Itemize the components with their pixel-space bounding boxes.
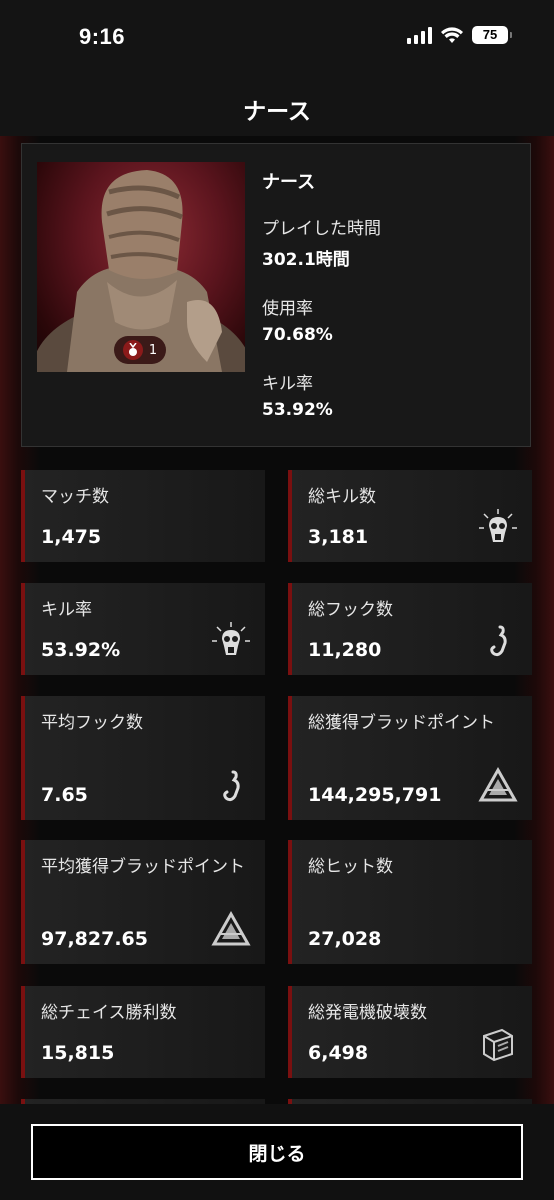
character-summary: 1 ナース プレイした時間 302.1時間 使用率 70.68% キル率 53.… bbox=[21, 143, 531, 447]
stat-card-value: 27,028 bbox=[308, 928, 382, 950]
stat-card-value: 3,181 bbox=[308, 526, 369, 548]
hook-icon bbox=[490, 625, 507, 657]
stat-card-label: マッチ数 bbox=[41, 487, 109, 507]
stats-scroll-area[interactable]: 1 ナース プレイした時間 302.1時間 使用率 70.68% キル率 53.… bbox=[0, 136, 554, 1104]
stat-card-label: 総ヒット数 bbox=[308, 857, 393, 877]
signal-icon bbox=[407, 26, 432, 44]
usage-rate-label: 使用率 bbox=[262, 299, 313, 319]
stat-card-matches: マッチ数 1,475 bbox=[21, 470, 265, 562]
kill-rate-value: 53.92% bbox=[262, 400, 333, 420]
close-button[interactable]: 閉じる bbox=[31, 1124, 523, 1180]
stat-card-total-hooks: 総フック数 11,280 bbox=[288, 583, 532, 675]
generator-icon bbox=[483, 1028, 513, 1062]
stat-card-total-kills: 総キル数 3,181 bbox=[288, 470, 532, 562]
kill-rate-label: キル率 bbox=[262, 374, 313, 394]
character-portrait: 1 bbox=[37, 162, 245, 372]
stat-card-value: 53.92% bbox=[41, 639, 121, 661]
stat-card-avg-hooks: 平均フック数 7.65 bbox=[21, 696, 265, 820]
stat-card-value: 6,498 bbox=[308, 1042, 369, 1064]
stat-card-value: 97,827.65 bbox=[41, 928, 148, 950]
stat-card-value: 1,475 bbox=[41, 526, 102, 548]
bloodpoints-icon bbox=[478, 766, 518, 802]
skull-icon bbox=[212, 622, 250, 655]
prestige-badge: 1 bbox=[114, 336, 166, 364]
hook-icon bbox=[223, 770, 240, 802]
wifi-icon bbox=[441, 27, 463, 43]
stat-card-value: 15,815 bbox=[41, 1042, 115, 1064]
playtime-value: 302.1時間 bbox=[262, 250, 350, 270]
stat-card-label: 平均フック数 bbox=[41, 713, 143, 733]
stat-card-value: 144,295,791 bbox=[308, 784, 442, 806]
stat-card-label: 総チェイス勝利数 bbox=[41, 1003, 177, 1023]
stat-card-kill-rate: キル率 53.92% bbox=[21, 583, 265, 675]
battery-icon: 75 bbox=[472, 26, 512, 44]
stat-card-chase-wins: 総チェイス勝利数 15,815 bbox=[21, 986, 265, 1078]
character-info: ナース プレイした時間 302.1時間 使用率 70.68% キル率 53.92… bbox=[262, 168, 381, 444]
skull-icon bbox=[479, 509, 517, 542]
character-name: ナース bbox=[262, 172, 316, 193]
stat-card-value: 7.65 bbox=[41, 784, 88, 806]
header: ナース bbox=[0, 80, 554, 136]
bloodpoints-icon bbox=[211, 910, 251, 946]
status-bar: 9:16 75 bbox=[0, 0, 554, 80]
prestige-count: 1 bbox=[148, 342, 158, 358]
status-icons: 75 bbox=[407, 26, 512, 44]
stat-card-total-hits: 総ヒット数 27,028 bbox=[288, 840, 532, 964]
stat-card-label: 総獲得ブラッドポイント bbox=[308, 713, 495, 733]
stat-card-total-bloodpoints: 総獲得ブラッドポイント 144,295,791 bbox=[288, 696, 532, 820]
stat-card-avg-bloodpoints: 平均獲得ブラッドポイント 97,827.65 bbox=[21, 840, 265, 964]
stat-card-generators-damaged: 総発電機破壊数 6,498 bbox=[288, 986, 532, 1078]
stat-card-label: 平均獲得ブラッドポイント bbox=[41, 857, 245, 877]
playtime-label: プレイした時間 bbox=[262, 219, 381, 239]
stat-card-value: 11,280 bbox=[308, 639, 382, 661]
bottom-bar: 閉じる bbox=[0, 1104, 554, 1200]
status-time: 9:16 bbox=[79, 24, 126, 49]
usage-rate-value: 70.68% bbox=[262, 325, 333, 345]
medal-icon bbox=[122, 340, 143, 360]
page-title: ナース bbox=[243, 99, 311, 125]
